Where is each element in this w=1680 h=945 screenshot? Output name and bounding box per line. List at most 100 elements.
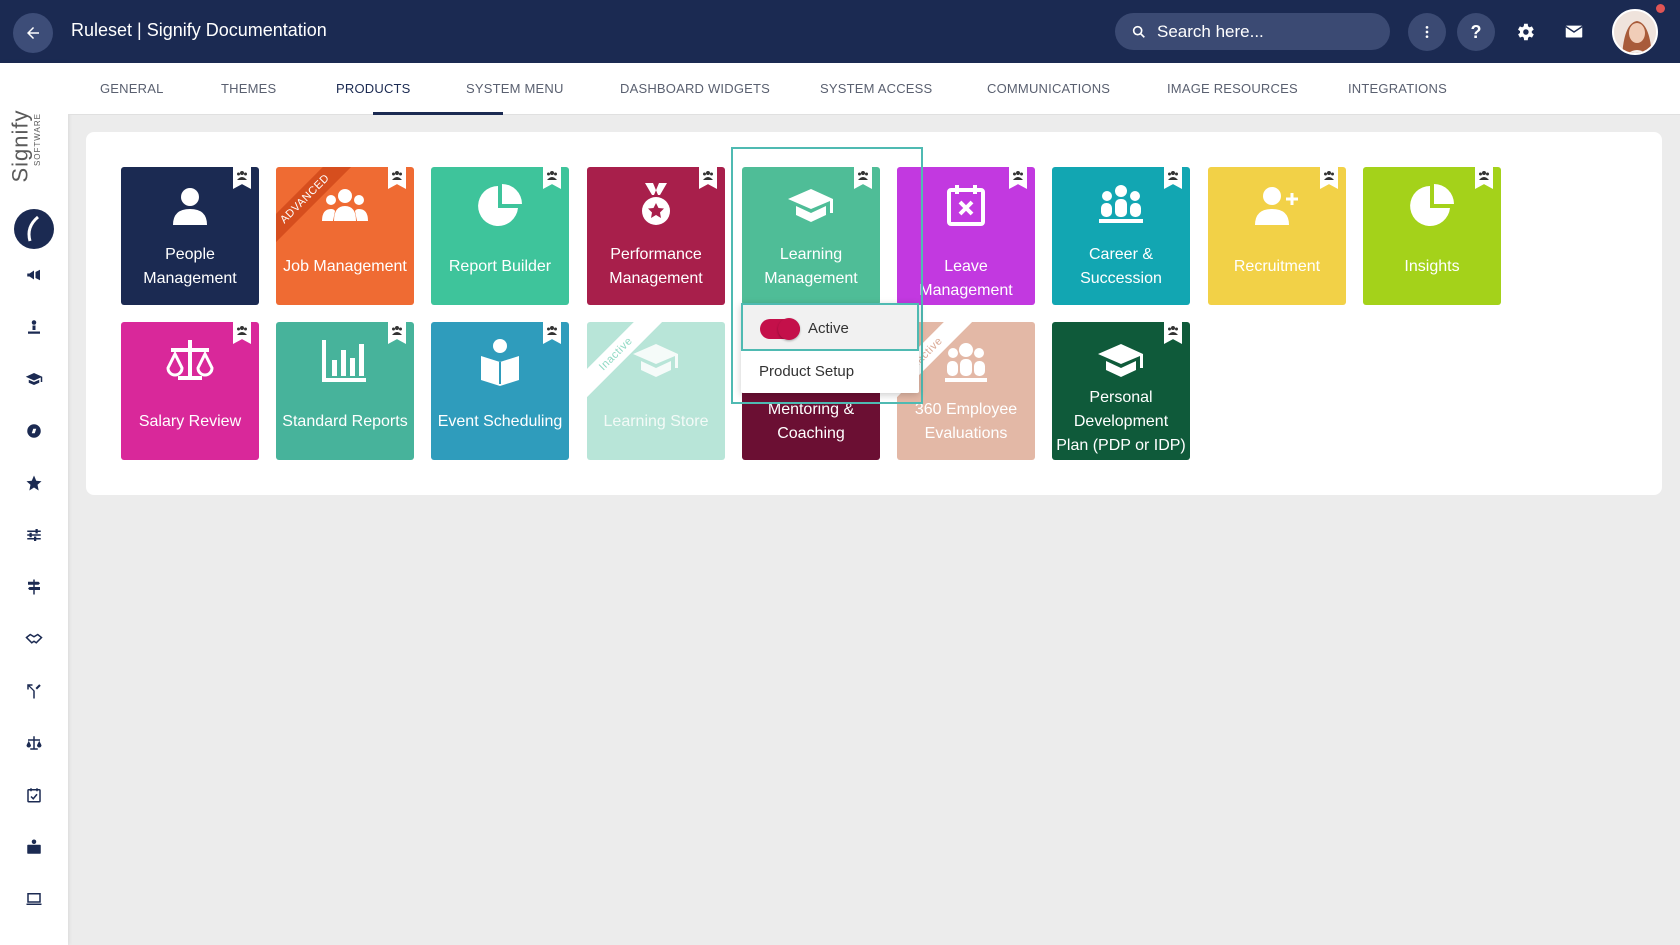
tab-themes[interactable]: THEMES bbox=[221, 81, 276, 96]
tab-general[interactable]: GENERAL bbox=[100, 81, 164, 96]
product-label: Job Management bbox=[283, 258, 407, 275]
sidebar-item-leave[interactable] bbox=[22, 783, 46, 807]
product-tile-career-succession[interactable]: Career & Succession bbox=[1052, 167, 1190, 305]
brand-sub: SOFTWARE bbox=[33, 112, 43, 167]
product-label: Event Scheduling bbox=[437, 413, 563, 430]
sidebar-item-announcements[interactable] bbox=[22, 263, 46, 287]
reader-icon bbox=[481, 339, 519, 386]
tab-system-menu[interactable]: SYSTEM MENU bbox=[466, 81, 564, 96]
settings-button[interactable] bbox=[1511, 18, 1539, 46]
bookmark-icon bbox=[388, 167, 406, 189]
sidebar-item-learning[interactable] bbox=[22, 367, 46, 391]
product-tile-people-management[interactable]: People Management bbox=[121, 167, 259, 305]
calendar-check-icon bbox=[27, 788, 41, 803]
scales-icon bbox=[166, 340, 214, 380]
signpost-icon bbox=[28, 579, 40, 595]
product-tile-personal-development-plan[interactable]: Personal Development Plan (PDP or IDP) bbox=[1052, 322, 1190, 460]
product-label: Personal Development Plan (PDP or IDP) bbox=[1056, 389, 1186, 454]
compass-icon bbox=[27, 424, 41, 438]
avatar[interactable] bbox=[1612, 9, 1658, 55]
messages-button[interactable] bbox=[1560, 18, 1588, 46]
product-label: Recruitment bbox=[1233, 258, 1321, 275]
product-tile-event-scheduling[interactable]: Event Scheduling bbox=[431, 322, 569, 460]
product-tile-report-builder[interactable]: Report Builder bbox=[431, 167, 569, 305]
back-button[interactable] bbox=[13, 13, 53, 53]
product-label: Report Builder bbox=[448, 258, 552, 275]
search-placeholder: Search here... bbox=[1157, 21, 1264, 41]
sidebar-item-jobs[interactable] bbox=[22, 835, 46, 859]
bookmark-icon bbox=[233, 167, 251, 189]
top-bar: Ruleset | Signify Documentation Search h… bbox=[0, 0, 1680, 63]
product-label: Performance Management bbox=[609, 246, 703, 287]
brand-name: Signify bbox=[7, 109, 33, 183]
bookmark-icon bbox=[1164, 322, 1182, 344]
graduation-cap-icon bbox=[25, 373, 43, 385]
sidebar: Signify SOFTWARE bbox=[0, 63, 68, 945]
sidebar-item-settings[interactable] bbox=[22, 523, 46, 547]
help-icon: ? bbox=[1470, 21, 1482, 42]
product-label: Learning Store bbox=[603, 413, 709, 430]
search-input[interactable]: Search here... bbox=[1115, 13, 1390, 50]
page-title: Ruleset | Signify Documentation bbox=[71, 20, 327, 40]
sidebar-item-people[interactable] bbox=[22, 315, 46, 339]
sidebar-item-favourites[interactable] bbox=[22, 471, 46, 495]
sidebar-item-salary[interactable] bbox=[22, 731, 46, 755]
product-tile-salary-review[interactable]: Salary Review bbox=[121, 322, 259, 460]
tab-image-resources[interactable]: IMAGE RESOURCES bbox=[1167, 81, 1298, 96]
search-icon bbox=[1132, 25, 1145, 38]
gear-icon bbox=[1518, 23, 1534, 41]
product-label: People Management bbox=[143, 246, 237, 287]
product-tile-performance-management[interactable]: Performance Management bbox=[587, 167, 725, 305]
bookmark-icon bbox=[1320, 167, 1338, 189]
active-toggle[interactable] bbox=[760, 318, 800, 340]
sliders-icon bbox=[27, 529, 41, 541]
sidebar-item-mentoring[interactable] bbox=[22, 627, 46, 651]
tab-communications[interactable]: COMMUNICATIONS bbox=[987, 81, 1110, 96]
sidebar-item-directions[interactable] bbox=[22, 575, 46, 599]
bookmark-icon bbox=[543, 322, 561, 344]
more-vertical-icon bbox=[1425, 26, 1429, 38]
product-tile-insights[interactable]: Insights bbox=[1363, 167, 1501, 305]
bookmark-icon bbox=[1164, 167, 1182, 189]
sidebar-item-career[interactable] bbox=[22, 679, 46, 703]
product-label: Salary Review bbox=[138, 413, 242, 430]
bookmark-icon bbox=[699, 167, 717, 189]
product-label: 360 Employee Evaluations bbox=[914, 401, 1018, 442]
more-options-button[interactable] bbox=[1408, 13, 1446, 51]
product-context-menu: Active Product Setup bbox=[741, 303, 919, 393]
user-photo bbox=[1614, 11, 1656, 53]
bookmark-icon bbox=[233, 322, 251, 344]
product-label: Standard Reports bbox=[282, 413, 408, 430]
sidebar-item-devices[interactable] bbox=[22, 887, 46, 911]
brand-mark bbox=[14, 209, 54, 249]
brand-logo[interactable]: Signify SOFTWARE bbox=[7, 93, 58, 249]
tab-system-access[interactable]: SYSTEM ACCESS bbox=[820, 81, 932, 96]
team-icon bbox=[1099, 185, 1143, 223]
bar-chart-icon bbox=[322, 340, 366, 382]
medal-icon bbox=[642, 183, 670, 225]
bookmark-icon bbox=[543, 167, 561, 189]
notification-dot bbox=[1656, 4, 1665, 13]
tab-dashboard-widgets[interactable]: DASHBOARD WIDGETS bbox=[620, 81, 770, 96]
active-tab-indicator bbox=[373, 112, 503, 115]
product-tile-standard-reports[interactable]: Standard Reports bbox=[276, 322, 414, 460]
tab-products[interactable]: PRODUCTS bbox=[336, 81, 411, 96]
person-pin-icon bbox=[28, 320, 40, 334]
tab-bar: GENERAL THEMES PRODUCTS SYSTEM MENU DASH… bbox=[68, 63, 1680, 115]
product-tile-job-management[interactable]: ADVANCED Job Management bbox=[276, 167, 414, 305]
product-tile-learning-store[interactable]: Inactive Learning Store bbox=[587, 322, 725, 460]
help-button[interactable]: ? bbox=[1457, 13, 1495, 51]
calendar-x-icon bbox=[947, 185, 985, 226]
graduation-cap-icon bbox=[633, 344, 678, 377]
bookmark-icon bbox=[1475, 167, 1493, 189]
product-label: Mentoring & Coaching bbox=[767, 401, 855, 442]
product-tile-recruitment[interactable]: Recruitment bbox=[1208, 167, 1346, 305]
pie-chart-icon bbox=[1410, 184, 1454, 226]
active-toggle-row[interactable]: Active bbox=[741, 303, 919, 351]
product-setup-menu-item[interactable]: Product Setup bbox=[759, 363, 854, 380]
sidebar-item-explore[interactable] bbox=[22, 419, 46, 443]
graduation-cap-icon bbox=[1098, 344, 1143, 377]
mail-icon bbox=[1565, 25, 1583, 38]
tab-integrations[interactable]: INTEGRATIONS bbox=[1348, 81, 1447, 96]
scales-icon bbox=[26, 736, 42, 750]
